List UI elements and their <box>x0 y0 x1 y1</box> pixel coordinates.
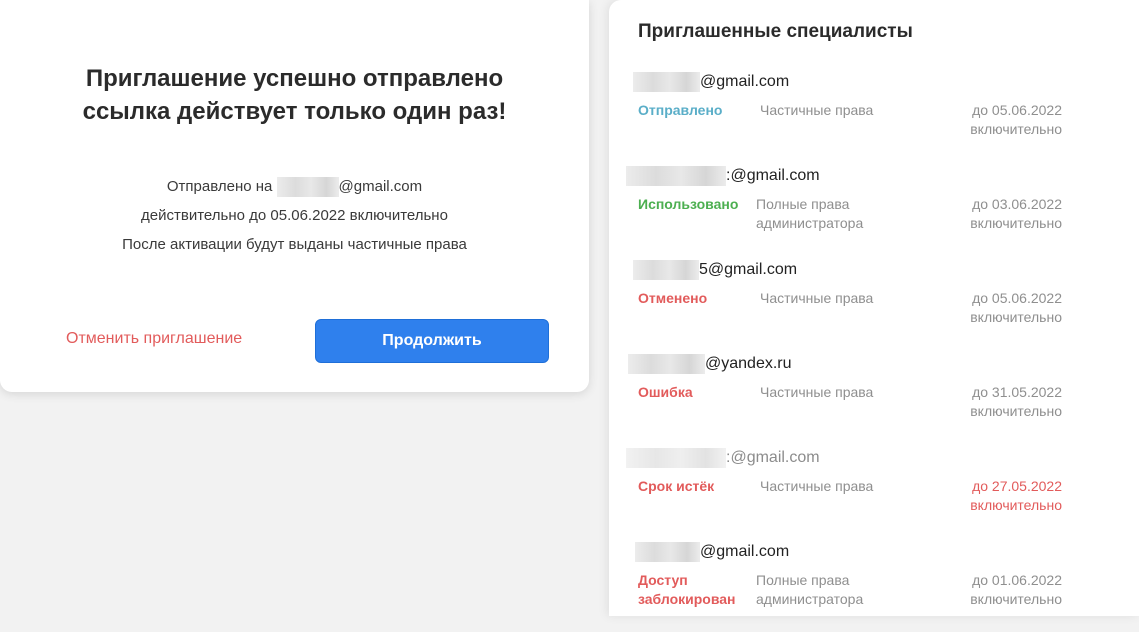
continue-button[interactable]: Продолжить <box>315 319 549 363</box>
redacted-email-blur <box>633 260 699 280</box>
modal-title-line2: ссылка действует только один раз! <box>82 98 507 125</box>
invite-item[interactable]: 5@gmail.com Отменено Частичные права до … <box>609 260 1139 350</box>
invite-success-modal: Приглашение успешно отправлено ссылка де… <box>0 0 589 392</box>
sent-to-line: Отправлено на @gmail.com <box>0 172 589 201</box>
panel-title: Приглашенные специалисты <box>638 21 913 42</box>
invite-rights: Полные права администратора <box>756 196 864 231</box>
invite-email: @gmail.com <box>633 72 789 92</box>
invite-expiry: до 01.06.2022 включительно <box>970 572 1062 607</box>
invite-email: @yandex.ru <box>628 354 792 374</box>
rights-note-line: После активации будут выданы частичные п… <box>122 236 467 253</box>
redacted-email-blur <box>276 177 339 198</box>
invite-expiry: до 27.05.2022 включительно <box>970 478 1062 513</box>
cancel-invite-link[interactable]: Отменить приглашение <box>66 330 242 348</box>
invite-rights: Полные права администратора <box>756 572 864 607</box>
invite-email: @gmail.com <box>635 542 789 562</box>
invite-email: 5@gmail.com <box>633 260 797 280</box>
invite-expiry: до 05.06.2022 включительно <box>970 290 1062 325</box>
invite-status: Срок истёк <box>638 478 715 494</box>
invite-rights: Частичные права <box>760 478 874 494</box>
redacted-email-blur <box>635 542 700 562</box>
invite-rights: Частичные права <box>760 290 874 306</box>
modal-title-line1: Приглашение успешно отправлено <box>85 65 504 92</box>
invite-status: Отменено <box>638 290 708 306</box>
sent-to-domain: @gmail.com <box>338 178 423 195</box>
invite-item[interactable]: :@gmail.com Срок истёк Частичные права д… <box>609 448 1139 538</box>
invite-expiry: до 31.05.2022 включительно <box>970 384 1062 419</box>
invite-email: :@gmail.com <box>626 166 820 186</box>
sent-to-prefix: Отправлено на <box>166 178 273 195</box>
invited-specialists-panel: Приглашенные специалисты @gmail.com Отпр… <box>609 0 1139 616</box>
invite-expiry: до 05.06.2022 включительно <box>970 102 1062 137</box>
invite-rights: Частичные права <box>760 102 874 118</box>
invite-expiry: до 03.06.2022 включительно <box>970 196 1062 231</box>
invite-item[interactable]: @gmail.com Отправлено Частичные права до… <box>609 72 1139 162</box>
invite-info: Отправлено на @gmail.com действительно д… <box>0 172 589 259</box>
redacted-email-blur <box>626 166 726 186</box>
valid-until-line: действительно до 05.06.2022 включительно <box>141 207 448 224</box>
invite-item[interactable]: :@gmail.com Использовано Полные права ад… <box>609 166 1139 256</box>
invite-status: Ошибка <box>638 384 693 400</box>
invite-email: :@gmail.com <box>626 448 820 468</box>
redacted-email-blur <box>628 354 705 374</box>
invite-status: Доступ заблокирован <box>638 572 736 607</box>
modal-title: Приглашение успешно отправлено ссылка де… <box>0 62 589 128</box>
invite-status: Отправлено <box>638 102 723 118</box>
invite-rights: Частичные права <box>760 384 874 400</box>
invite-item[interactable]: @gmail.com Доступ заблокирован Полные пр… <box>609 542 1139 632</box>
redacted-email-blur <box>626 448 726 468</box>
redacted-email-blur <box>633 72 700 92</box>
invite-item[interactable]: @yandex.ru Ошибка Частичные права до 31.… <box>609 354 1139 444</box>
invite-status: Использовано <box>638 196 739 212</box>
